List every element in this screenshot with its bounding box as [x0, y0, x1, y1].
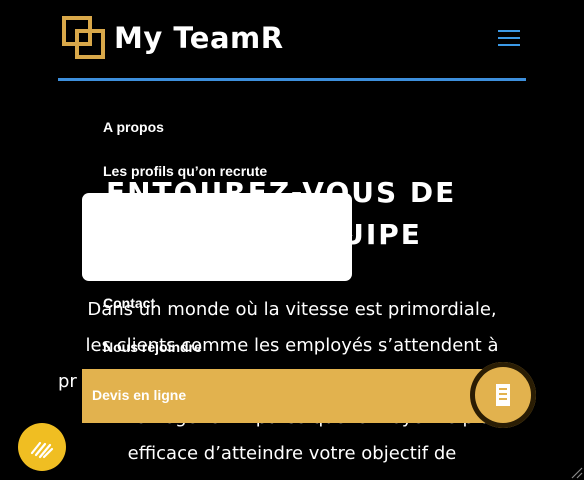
menu-item-a-propos[interactable]: A propos: [103, 119, 164, 135]
logo-text[interactable]: My TeamR: [114, 20, 284, 56]
hamburger-menu-icon[interactable]: [498, 30, 520, 46]
logo-icon[interactable]: [62, 16, 106, 60]
devis-en-ligne-button[interactable]: Devis en ligne: [82, 369, 502, 423]
hero-title: ENTOUREZ-VOUS DE LA BONNE ÉQUIPE: [106, 176, 457, 251]
accessibility-fab[interactable]: [18, 423, 66, 471]
menu-item-profils[interactable]: Les profils qu’on recrute: [103, 163, 267, 179]
hand-wave-icon: [30, 441, 54, 459]
menu-item-contact[interactable]: Contact: [103, 295, 155, 311]
document-icon: [496, 384, 510, 406]
resize-handle-icon[interactable]: [569, 465, 583, 479]
devis-en-ligne-label: Devis en ligne: [92, 387, 187, 403]
hero-paragraph-line: efficace d’atteindre votre objectif de: [127, 443, 457, 464]
menu-item-nous-rejoindre[interactable]: Nous rejoindre: [103, 339, 202, 355]
header-divider: [58, 78, 526, 81]
site-header: My TeamR: [0, 0, 584, 81]
quote-document-icon-button[interactable]: [470, 362, 536, 428]
